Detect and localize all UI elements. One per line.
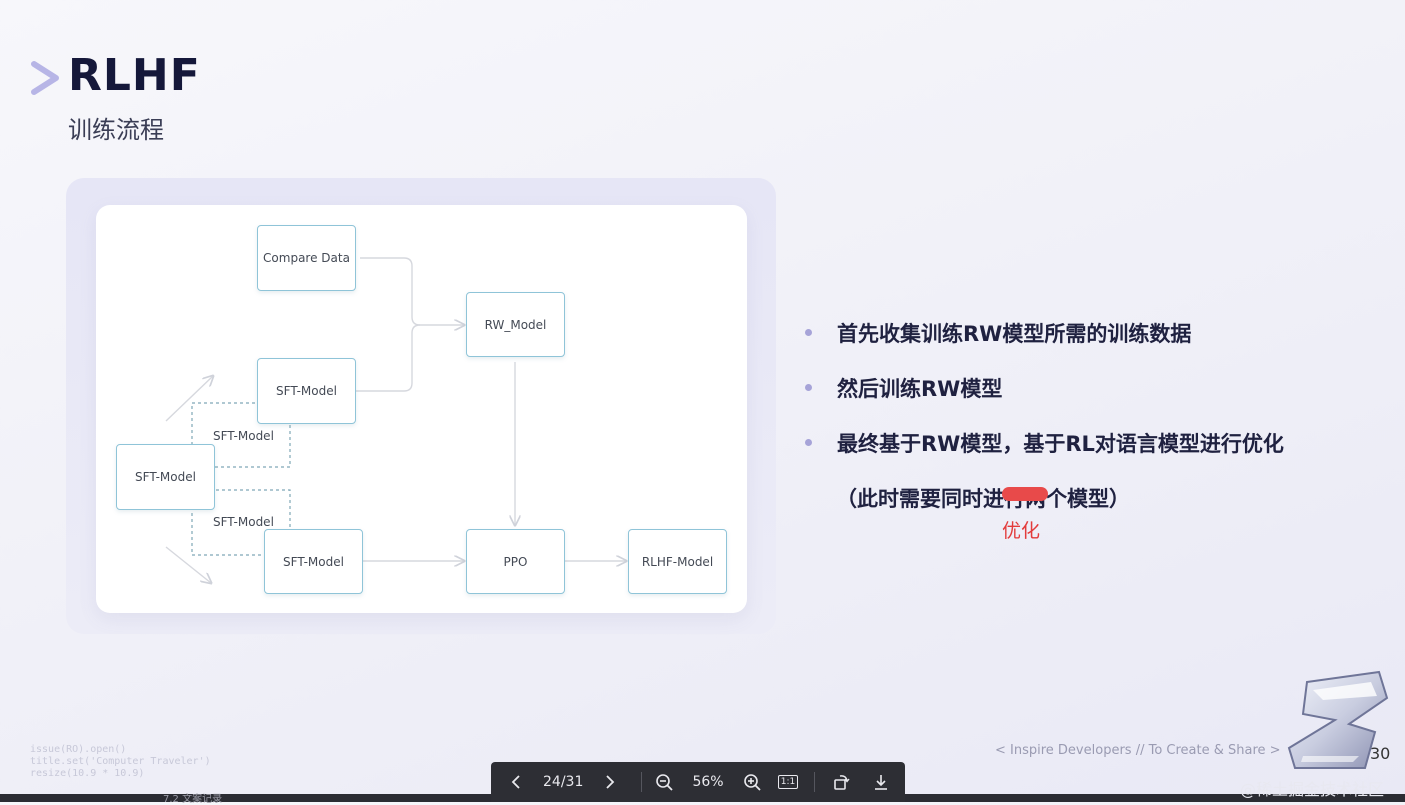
prev-page-button[interactable] (491, 762, 543, 802)
footer-slogan: < Inspire Developers // To Create & Shar… (995, 743, 1281, 758)
toolbar-divider (814, 772, 815, 792)
zoom-out-button[interactable] (648, 762, 680, 802)
node-rw-model: RW_Model (466, 292, 565, 357)
note-text: （此时需要同时进行两个模型） (836, 487, 1130, 511)
zoom-in-icon (744, 774, 761, 791)
chevron-left-icon (511, 775, 520, 789)
watermark: @稀土掘金技术社区 (1240, 780, 1385, 799)
chevron-right-icon (31, 61, 59, 95)
toolbar-divider (641, 772, 642, 792)
node-compare-data: Compare Data (257, 225, 356, 291)
rotate-button[interactable] (821, 762, 861, 802)
download-button[interactable] (861, 762, 901, 802)
bullet-dot (805, 329, 812, 336)
slide-subtitle: 训练流程 (68, 116, 164, 144)
zoom-level: 56% (692, 774, 724, 790)
decorative-code: issue(RO).open() title.set('Computer Tra… (30, 744, 211, 780)
zoom-in-button[interactable] (736, 762, 768, 802)
page-indicator: 24/31 (543, 774, 584, 790)
chevron-right-icon (606, 775, 615, 789)
bullet-dot (805, 439, 812, 446)
node-ppo: PPO (466, 529, 565, 594)
bottom-strip-text: 7.2 文案记录 (163, 794, 223, 805)
actual-size-label: 1:1 (780, 777, 796, 787)
node-sft-model-bottom: SFT-Model (264, 529, 363, 594)
actual-size-icon: 1:1 (777, 775, 799, 789)
label-sft-model-dashed-bottom: SFT-Model (213, 515, 274, 529)
bullet-text-3: 最终基于RW模型，基于RL对语言模型进行优化 (837, 432, 1284, 456)
bullet-text-2: 然后训练RW模型 (837, 377, 1003, 401)
download-icon (875, 775, 887, 790)
code-line: title.set('Computer Traveler') (30, 756, 211, 767)
handwritten-annotation: 优化 (1002, 520, 1041, 542)
node-sft-model-top: SFT-Model (257, 358, 356, 424)
node-sft-model-left: SFT-Model (116, 444, 215, 510)
viewer-toolbar: 24/31 56% 1:1 (491, 762, 905, 802)
code-line: issue(RO).open() (30, 744, 127, 755)
zoom-out-icon (656, 774, 673, 791)
bullet-text-1: 首先收集训练RW模型所需的训练数据 (837, 322, 1192, 346)
rotate-icon (834, 775, 850, 790)
slide-title: RLHF (68, 50, 201, 101)
code-line: resize(10.9 * 10.9) (30, 768, 145, 779)
node-rlhf-model: RLHF-Model (628, 529, 727, 594)
red-strikethrough-mark (1002, 487, 1048, 501)
next-page-button[interactable] (583, 762, 635, 802)
page-number: 30 (1370, 744, 1391, 763)
bullet-dot (805, 384, 812, 391)
label-sft-model-dashed-top: SFT-Model (213, 429, 274, 443)
actual-size-button[interactable]: 1:1 (768, 762, 808, 802)
